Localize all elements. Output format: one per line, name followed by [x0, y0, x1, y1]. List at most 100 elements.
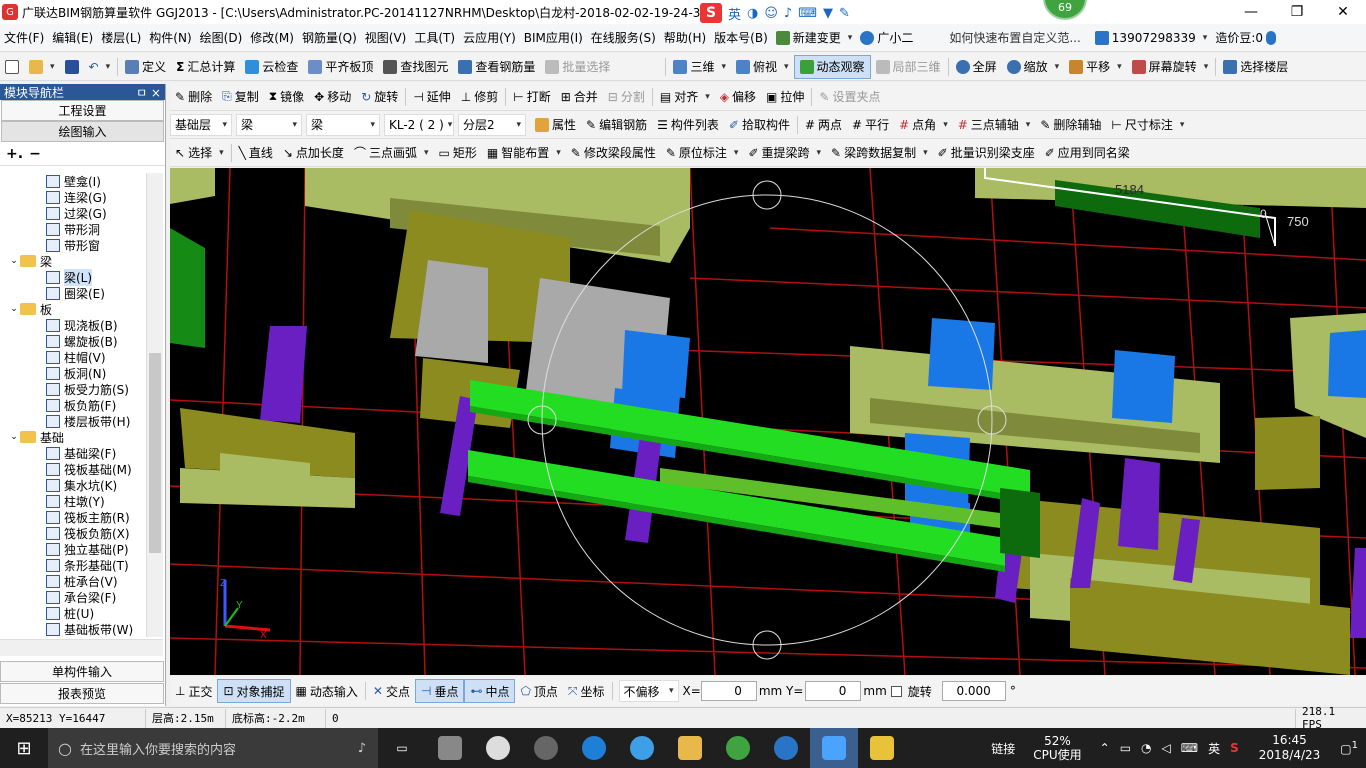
- type1-select[interactable]: 梁 ▾: [236, 113, 302, 136]
- offset-button[interactable]: ◈ 偏移: [715, 85, 761, 109]
- new-file-button[interactable]: [0, 55, 24, 79]
- y-input[interactable]: 0: [805, 681, 862, 701]
- app-ggj-active[interactable]: [810, 728, 858, 768]
- app-edge-blue[interactable]: [570, 728, 618, 768]
- clock[interactable]: 16:45 2018/4/23: [1259, 733, 1321, 763]
- offset-mode-select[interactable]: 不偏移 ▾: [618, 680, 679, 702]
- break-button[interactable]: ⊢ 打断: [508, 85, 555, 109]
- tree-item[interactable]: 板洞(N): [0, 365, 146, 381]
- mirror-button[interactable]: ⧗ 镜像: [264, 85, 309, 109]
- 3d-scene[interactable]: 5184 750 0 Z Y X: [170, 168, 1366, 675]
- menu-item[interactable]: 帮助(H): [660, 29, 710, 46]
- menu-item[interactable]: 视图(V): [361, 29, 411, 46]
- point-angle-button[interactable]: # 点角 ▾: [894, 113, 953, 137]
- tree-item[interactable]: 壁龛(I): [0, 173, 146, 189]
- find-element-button[interactable]: 查找图元: [378, 55, 453, 79]
- tree-item[interactable]: 梁(L): [0, 268, 146, 286]
- two-point-button[interactable]: # 两点: [800, 113, 847, 137]
- rotate-input[interactable]: 0.000: [941, 681, 1006, 701]
- delete-axis-button[interactable]: ✎ 删除辅轴: [1035, 113, 1106, 137]
- app-360[interactable]: [714, 728, 762, 768]
- foundation-slabs[interactable]: [170, 168, 1366, 675]
- rotate-button[interactable]: ↻ 旋转: [356, 85, 403, 109]
- line-button[interactable]: ╲ 直线: [234, 141, 278, 165]
- keyboard-icon[interactable]: ⌨: [798, 6, 817, 21]
- notification-icon[interactable]: ▢1: [1340, 740, 1358, 756]
- batch-support-button[interactable]: ✐ 批量识别梁支座: [933, 141, 1040, 165]
- tree-item[interactable]: 条形基础(T): [0, 557, 146, 573]
- menu-item[interactable]: 楼层(L): [97, 29, 145, 46]
- tree-folder[interactable]: ⌄ 梁: [0, 253, 146, 269]
- select-button[interactable]: ↖ 选择 ▾: [170, 141, 229, 165]
- top-view-button[interactable]: 俯视 ▾: [731, 55, 794, 79]
- taskbar-search[interactable]: ○ 在这里输入你要搜索的内容 ♪: [48, 728, 378, 768]
- cpu-meter[interactable]: 52% CPU使用: [1033, 734, 1081, 762]
- sum-calc-button[interactable]: Σ 汇总计算: [171, 55, 240, 79]
- tree-item[interactable]: 现浇板(B): [0, 317, 146, 333]
- tree-item[interactable]: 柱帽(V): [0, 349, 146, 365]
- set-grip-button[interactable]: ✎ 设置夹点: [814, 85, 885, 109]
- mic-icon[interactable]: ♪: [784, 6, 792, 21]
- ime-toolbar[interactable]: S 英 ◑ ☺ ♪ ⌨ ▼ ✎: [700, 2, 850, 24]
- tree-item[interactable]: 楼层板带(H): [0, 413, 146, 429]
- start-button[interactable]: ⊞: [0, 728, 48, 768]
- tree-vscroll[interactable]: [146, 173, 163, 637]
- sogou-tray-icon[interactable]: S: [1230, 741, 1239, 755]
- moon-icon[interactable]: ◑: [747, 6, 758, 21]
- collapse-all-icon[interactable]: −: [29, 146, 41, 162]
- tree-folder[interactable]: ⌄ 板: [0, 301, 146, 317]
- xiaoer-button[interactable]: 广小二: [856, 29, 917, 46]
- tree-folder[interactable]: ⌄ 基础: [0, 429, 146, 445]
- tree-item[interactable]: 独立基础(P): [0, 541, 146, 557]
- batch-select-button[interactable]: 批量选择: [540, 55, 615, 79]
- arc-button[interactable]: ⌒ 三点画弧 ▾: [349, 141, 434, 165]
- layer-select[interactable]: 基础层 ▾: [170, 113, 232, 136]
- undo-button[interactable]: ↶ ▾: [84, 55, 116, 79]
- menu-item[interactable]: 文件(F): [0, 29, 48, 46]
- cloud-check-button[interactable]: 云检查: [240, 55, 303, 79]
- merge-button[interactable]: ⊞ 合并: [556, 85, 603, 109]
- tree-item[interactable]: 筏板主筋(R): [0, 509, 146, 525]
- tree-item[interactable]: 基础梁(F): [0, 445, 146, 461]
- pan-button[interactable]: 平移 ▾: [1064, 55, 1127, 79]
- define-button[interactable]: 定义: [120, 55, 171, 79]
- tree-item[interactable]: 带形窗: [0, 237, 146, 253]
- rect-button[interactable]: ▭ 矩形: [434, 141, 482, 165]
- pick-component-button[interactable]: ✐ 拾取构件: [724, 113, 795, 137]
- extend-button[interactable]: ⊣ 延伸: [408, 85, 455, 109]
- move-button[interactable]: ✥ 移动: [309, 85, 356, 109]
- component-select[interactable]: KL-2 ( 2 ) ▾: [384, 113, 454, 136]
- dynamic-input-toggle[interactable]: ▦ 动态输入: [291, 679, 363, 703]
- screen-rotate-button[interactable]: 屏幕旋转 ▾: [1127, 55, 1214, 79]
- 3d-viewport[interactable]: 5184 750 0 Z Y X: [170, 168, 1366, 675]
- app-browser-spiral[interactable]: [522, 728, 570, 768]
- copy-button[interactable]: ⎘ 复制: [217, 85, 264, 109]
- menu-item[interactable]: 钢筋量(Q): [298, 29, 361, 46]
- smart-layout-button[interactable]: ▦ 智能布置 ▾: [482, 141, 566, 165]
- component-list-button[interactable]: ☰ 构件列表: [652, 113, 724, 137]
- three-point-axis-button[interactable]: # 三点辅轴 ▾: [953, 113, 1036, 137]
- tree-item[interactable]: 板负筋(F): [0, 397, 146, 413]
- dynamic-view-button[interactable]: 动态观察: [793, 54, 871, 79]
- save-button[interactable]: [60, 55, 84, 79]
- parallel-button[interactable]: # 平行: [847, 113, 894, 137]
- smile-icon[interactable]: ☺: [764, 6, 778, 21]
- tree-item[interactable]: 基础板带(W): [0, 621, 146, 637]
- tree-item[interactable]: 带形洞: [0, 221, 146, 237]
- collapse-chevron-icon[interactable]: ⌄: [8, 256, 20, 266]
- tree-item[interactable]: 螺旋板(B): [0, 333, 146, 349]
- tree-item[interactable]: 筏板负筋(X): [0, 525, 146, 541]
- tree-item[interactable]: 板受力筋(S): [0, 381, 146, 397]
- wrench-icon[interactable]: ✎: [839, 6, 850, 21]
- intersect-snap[interactable]: ✕ 交点: [368, 679, 415, 703]
- menu-item[interactable]: 构件(N): [145, 29, 195, 46]
- menu-item[interactable]: 绘图(D): [196, 29, 247, 46]
- sogou-icon[interactable]: S: [700, 3, 722, 23]
- user-account[interactable]: 13907298339 ▾: [1091, 30, 1212, 45]
- reextract-span-button[interactable]: ✐ 重提梁跨 ▾: [743, 141, 826, 165]
- rotate-checkbox[interactable]: [890, 685, 902, 697]
- sublayer-select[interactable]: 分层2 ▾: [458, 113, 526, 136]
- new-change-button[interactable]: 新建变更 ▾: [772, 29, 857, 46]
- trim-button[interactable]: ⊥ 修剪: [456, 85, 503, 109]
- tree-item[interactable]: 圈梁(E): [0, 285, 146, 301]
